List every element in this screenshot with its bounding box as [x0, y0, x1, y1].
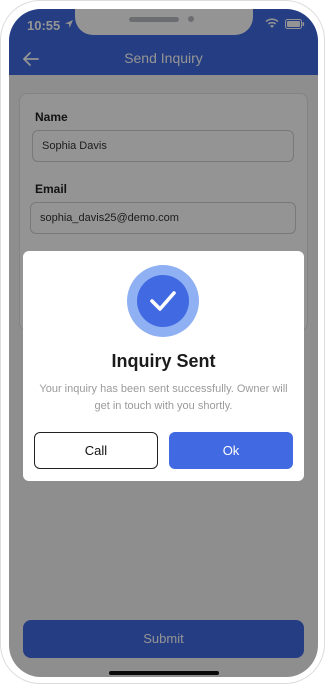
inquiry-sent-dialog: Inquiry Sent Your inquiry has been sent … — [23, 251, 304, 481]
call-button[interactable]: Call — [34, 432, 158, 469]
screen: 10:55 Send Inquiry Name Sophia Davis Ema… — [9, 9, 318, 677]
dialog-message: Your inquiry has been sent successfully.… — [39, 383, 288, 412]
success-badge — [127, 265, 199, 337]
phone-frame: 10:55 Send Inquiry Name Sophia Davis Ema… — [0, 0, 325, 684]
dialog-title: Inquiry Sent — [111, 351, 216, 371]
ok-button[interactable]: Ok — [169, 432, 293, 469]
checkmark-icon — [150, 291, 176, 311]
